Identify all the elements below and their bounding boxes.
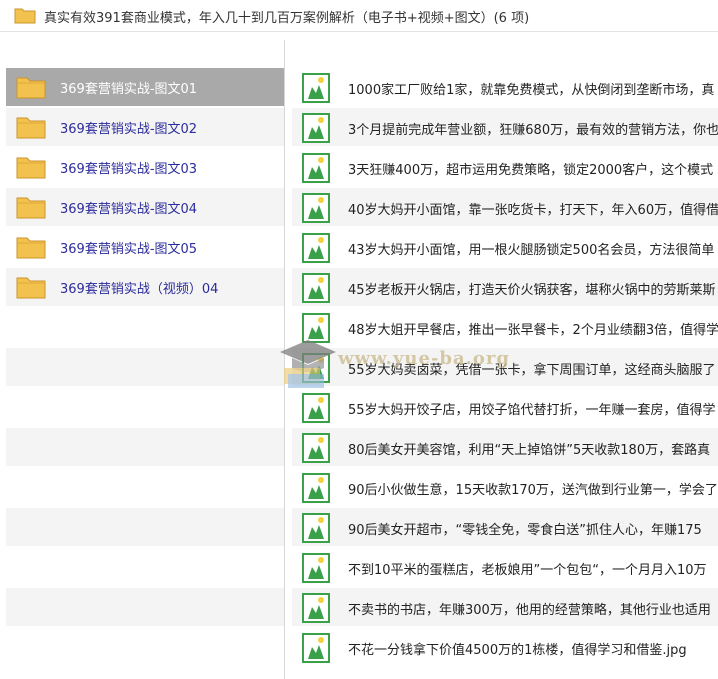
- folder-icon: [16, 237, 46, 259]
- folder-list-pane: 369套营销实战-图文01 369套营销实战-图文02 369套营销实战-图文03 3…: [0, 40, 285, 679]
- file-name: 不到10平米的蛋糕店，老板娘用”一个包包“，一个月月入10万: [348, 563, 707, 578]
- folder-icon: [16, 157, 46, 179]
- image-file-icon: [302, 273, 330, 303]
- folder-icon: [16, 117, 46, 139]
- empty-row: [6, 308, 284, 346]
- file-item[interactable]: 40岁大妈开小面馆，靠一张吃货卡，打天下，年入60万，值得借: [292, 188, 718, 226]
- file-name: 40岁大妈开小面馆，靠一张吃货卡，打天下，年入60万，值得借: [348, 203, 718, 218]
- image-file-icon: [302, 633, 330, 663]
- file-item[interactable]: 1000家工厂败给1家，就靠免费模式，从快倒闭到垄断市场，真: [292, 68, 718, 106]
- folder-item[interactable]: 369套营销实战-图文05: [6, 228, 284, 266]
- image-file-icon: [302, 433, 330, 463]
- folder-item[interactable]: 369套营销实战-图文02: [6, 108, 284, 146]
- image-file-icon: [302, 593, 330, 623]
- file-name: 80后美女开美容馆，利用“天上掉馅饼”5天收款180万，套路真: [348, 443, 711, 458]
- folder-item[interactable]: 369套营销实战-图文04: [6, 188, 284, 226]
- file-name: 3天狂赚400万，超市运用免费策略，锁定2000客户，这个模式: [348, 163, 714, 178]
- empty-row: [6, 628, 284, 666]
- image-file-icon: [302, 473, 330, 503]
- file-name: 不花一分钱拿下价值4500万的1栋楼，值得学习和借鉴.jpg: [348, 643, 687, 658]
- file-name: 90后小伙做生意，15天收款170万，送汽做到行业第一，学会了: [348, 483, 718, 498]
- image-file-icon: [302, 553, 330, 583]
- file-item[interactable]: 3天狂赚400万，超市运用免费策略，锁定2000客户，这个模式: [292, 148, 718, 186]
- image-file-icon: [302, 353, 330, 383]
- file-item[interactable]: 不花一分钱拿下价值4500万的1栋楼，值得学习和借鉴.jpg: [292, 628, 718, 666]
- folder-icon: [16, 77, 46, 99]
- file-item[interactable]: 43岁大妈开小面馆，用一根火腿肠锁定500名会员，方法很简单: [292, 228, 718, 266]
- image-file-icon: [302, 233, 330, 263]
- folder-icon: [16, 197, 46, 219]
- image-file-icon: [302, 313, 330, 343]
- file-name: 90后美女开超市，“零钱全免，零食白送”抓住人心，年赚175: [348, 523, 702, 538]
- file-name: 3个月提前完成年营业额，狂赚680万，最有效的营销方法，你也: [348, 123, 718, 138]
- file-item[interactable]: 不到10平米的蛋糕店，老板娘用”一个包包“，一个月月入10万: [292, 548, 718, 586]
- file-item[interactable]: 80后美女开美容馆，利用“天上掉馅饼”5天收款180万，套路真: [292, 428, 718, 466]
- folder-label: 369套营销实战-图文04: [60, 202, 198, 217]
- file-name: 48岁大姐开早餐店，推出一张早餐卡，2个月业绩翻3倍，值得学: [348, 323, 718, 338]
- file-name: 55岁大妈开饺子店，用饺子馅代替打折，一年赚一套房，值得学: [348, 403, 716, 418]
- image-file-icon: [302, 393, 330, 423]
- folder-item[interactable]: 369套营销实战-图文01: [6, 68, 284, 106]
- file-name: 55岁大妈卖卤菜，凭借一张卡，拿下周围订单，这经商头脑服了: [348, 363, 716, 378]
- folder-item[interactable]: 369套营销实战（视频）04: [6, 268, 284, 306]
- window-titlebar: 真实有效391套商业模式，年入几十到几百万案例解析（电子书+视频+图文）(6 项…: [0, 0, 718, 32]
- image-file-icon: [302, 153, 330, 183]
- image-file-icon: [302, 73, 330, 103]
- empty-row: [6, 468, 284, 506]
- file-item[interactable]: 90后美女开超市，“零钱全免，零食白送”抓住人心，年赚175: [292, 508, 718, 546]
- empty-row: [6, 588, 284, 626]
- file-item[interactable]: 55岁大妈开饺子店，用饺子馅代替打折，一年赚一套房，值得学: [292, 388, 718, 426]
- folder-label: 369套营销实战（视频）04: [60, 282, 219, 297]
- folder-item[interactable]: 369套营销实战-图文03: [6, 148, 284, 186]
- file-name: 不卖书的书店，年赚300万，他用的经营策略，其他行业也适用: [348, 603, 711, 618]
- folder-icon: [14, 8, 36, 24]
- image-file-icon: [302, 193, 330, 223]
- image-file-icon: [302, 513, 330, 543]
- empty-row: [6, 348, 284, 386]
- window-title: 真实有效391套商业模式，年入几十到几百万案例解析（电子书+视频+图文）(6 项…: [44, 11, 530, 26]
- file-item[interactable]: 90后小伙做生意，15天收款170万，送汽做到行业第一，学会了: [292, 468, 718, 506]
- empty-row: [6, 508, 284, 546]
- file-name: 45岁老板开火锅店，打造天价火锅获客，堪称火锅中的劳斯莱斯: [348, 283, 716, 298]
- empty-row: [6, 428, 284, 466]
- file-item[interactable]: 不卖书的书店，年赚300万，他用的经营策略，其他行业也适用: [292, 588, 718, 626]
- folder-label: 369套营销实战-图文01: [60, 82, 198, 97]
- folder-label: 369套营销实战-图文03: [60, 162, 198, 177]
- file-name: 43岁大妈开小面馆，用一根火腿肠锁定500名会员，方法很简单: [348, 243, 715, 258]
- file-item[interactable]: 48岁大姐开早餐店，推出一张早餐卡，2个月业绩翻3倍，值得学: [292, 308, 718, 346]
- image-file-icon: [302, 113, 330, 143]
- file-list-pane: 1000家工厂败给1家，就靠免费模式，从快倒闭到垄断市场，真 3个月提前完成年营业…: [286, 40, 718, 679]
- empty-row: [6, 388, 284, 426]
- file-name: 1000家工厂败给1家，就靠免费模式，从快倒闭到垄断市场，真: [348, 83, 715, 98]
- file-item[interactable]: 3个月提前完成年营业额，狂赚680万，最有效的营销方法，你也: [292, 108, 718, 146]
- folder-label: 369套营销实战-图文05: [60, 242, 198, 257]
- folder-icon: [16, 277, 46, 299]
- file-item[interactable]: 55岁大妈卖卤菜，凭借一张卡，拿下周围订单，这经商头脑服了: [292, 348, 718, 386]
- empty-row: [6, 548, 284, 586]
- folder-label: 369套营销实战-图文02: [60, 122, 198, 137]
- file-item[interactable]: 45岁老板开火锅店，打造天价火锅获客，堪称火锅中的劳斯莱斯: [292, 268, 718, 306]
